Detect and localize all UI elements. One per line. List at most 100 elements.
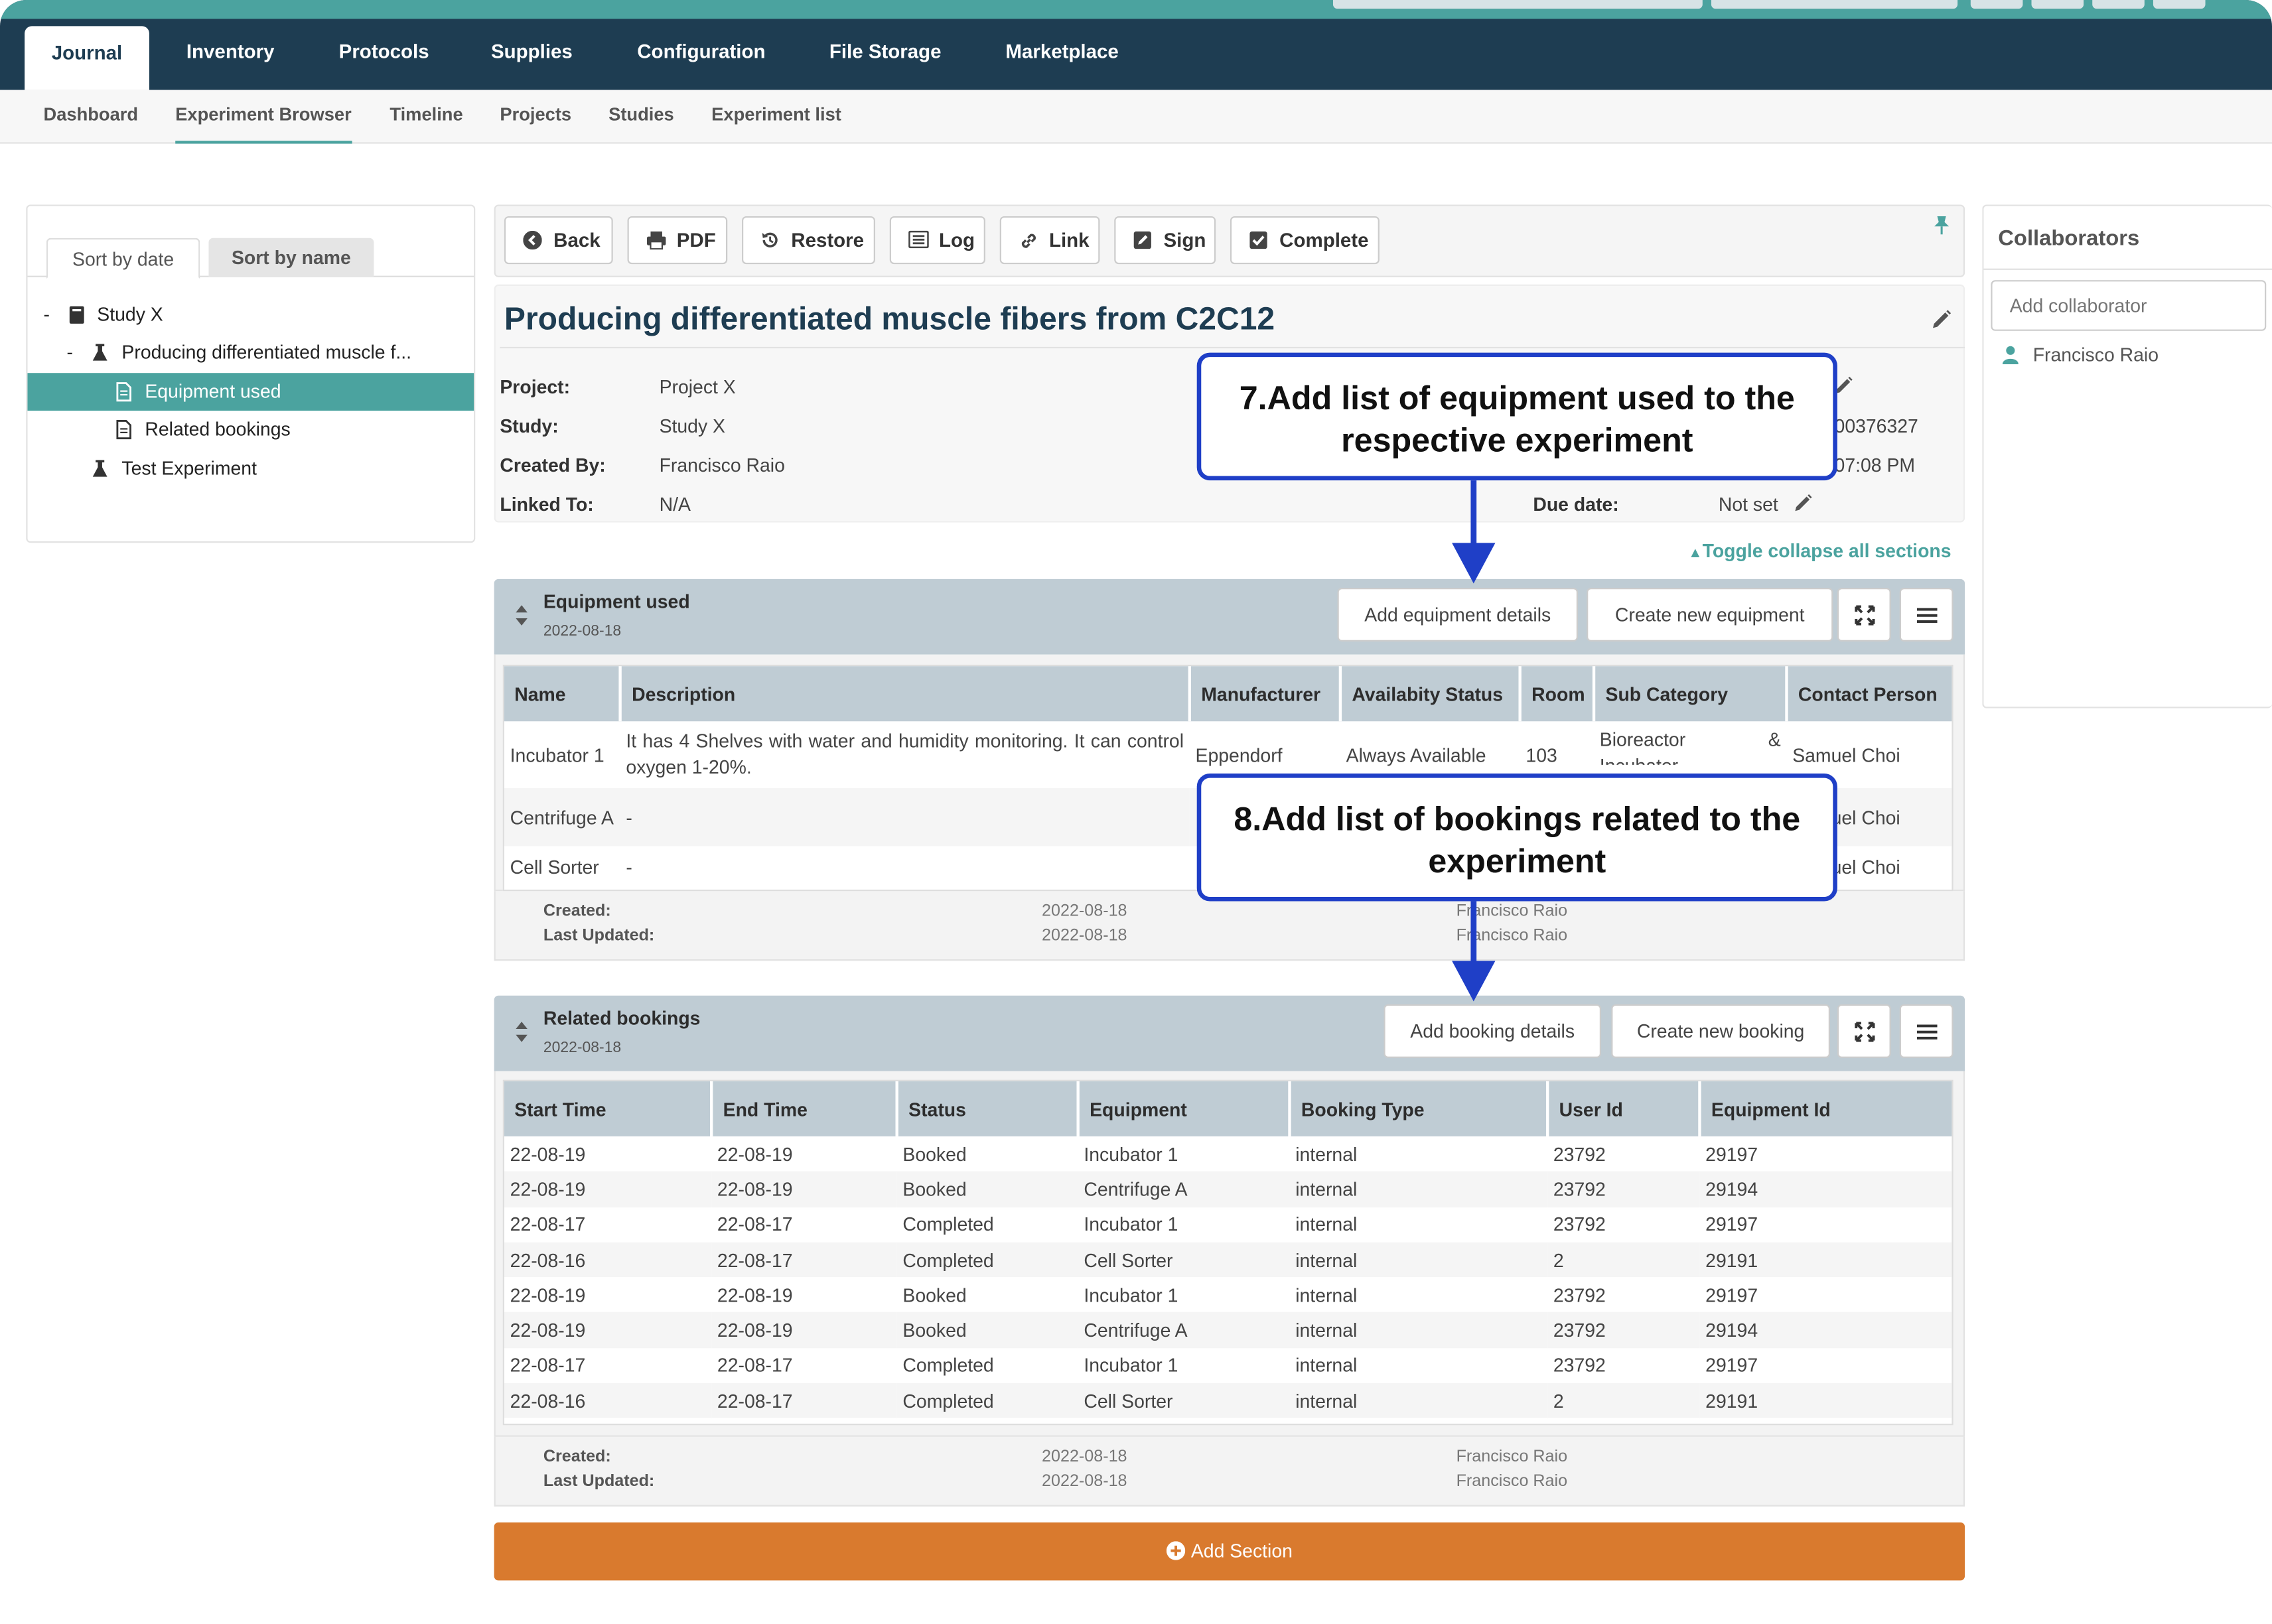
top-icon-button[interactable] xyxy=(2092,0,2145,9)
table-cell: 2 xyxy=(1553,1390,1564,1412)
tree-item-test-experiment[interactable]: Test Experiment xyxy=(27,450,474,488)
create-new-equipment-button[interactable]: Create new equipment xyxy=(1587,588,1833,642)
column-header[interactable]: Status xyxy=(896,1081,1080,1136)
table-row[interactable]: 22-08-16 22-08-17 Completed Cell Sorter inte… xyxy=(504,1383,1952,1419)
tree-item-equipment-used[interactable]: Equipment used xyxy=(27,373,474,411)
column-header[interactable]: Booking Type xyxy=(1289,1081,1549,1136)
subnav-tab-experiment-list[interactable]: Experiment list xyxy=(711,90,841,144)
study-value[interactable]: Study X xyxy=(660,415,725,437)
table-cell: - xyxy=(626,806,632,829)
column-header[interactable]: Name xyxy=(504,666,622,722)
callout-text-line: 8.Add list of bookings related to the xyxy=(1234,799,1801,838)
top-icon-button[interactable] xyxy=(2031,0,2084,9)
section-menu-button[interactable] xyxy=(1899,588,1953,642)
table-row[interactable]: 22-08-19 22-08-19 Booked Incubator 1 interna… xyxy=(504,1278,1952,1313)
pdf-button[interactable]: PDF xyxy=(627,216,728,265)
nav-tab-journal[interactable]: Journal xyxy=(25,26,149,90)
column-header[interactable]: Start Time xyxy=(504,1081,713,1136)
sign-button[interactable]: Sign xyxy=(1114,216,1216,265)
table-row[interactable]: 22-08-17 22-08-17 Completed Incubator 1 inte… xyxy=(504,1207,1952,1242)
top-icon-button[interactable] xyxy=(2153,0,2206,9)
log-button[interactable]: Log xyxy=(889,216,985,265)
create-new-booking-button[interactable]: Create new booking xyxy=(1611,1004,1830,1058)
tree-item-producing-experiment[interactable]: - Producing differentiated muscle f... xyxy=(27,334,474,372)
pin-icon[interactable] xyxy=(1933,215,1950,236)
callout-text-line: experiment xyxy=(1428,841,1606,880)
nav-tab-supplies[interactable]: Supplies xyxy=(472,26,591,90)
toggle-collapse-all-link[interactable]: ▲︎Toggle collapse all sections xyxy=(1688,540,1952,562)
nav-tab-configuration[interactable]: Configuration xyxy=(620,26,783,90)
bookings-table: Start Time End Time Status Equipment Boo… xyxy=(504,1081,1952,1419)
edit-pencil-icon[interactable] xyxy=(1932,309,1952,330)
subnav-tab-experiment-browser[interactable]: Experiment Browser xyxy=(175,90,352,144)
restore-button[interactable]: Restore xyxy=(742,216,875,265)
top-icon-button[interactable] xyxy=(1970,0,2023,9)
link-icon xyxy=(1021,234,1036,248)
table-cell: 22-08-19 xyxy=(510,1143,586,1165)
add-section-button[interactable]: Add Section xyxy=(494,1522,1965,1581)
table-row[interactable]: 22-08-19 22-08-19 Booked Centrifuge A intern… xyxy=(504,1172,1952,1207)
table-row[interactable]: 22-08-16 22-08-17 Completed Cell Sorter inte… xyxy=(504,1242,1952,1278)
updated-by: Francisco Raio xyxy=(1456,1473,1568,1491)
add-booking-details-button[interactable]: Add booking details xyxy=(1384,1004,1601,1058)
nav-tab-protocols[interactable]: Protocols xyxy=(322,26,447,90)
collaborator-name[interactable]: Francisco Raio xyxy=(2033,344,2159,366)
expand-button[interactable] xyxy=(1837,1004,1891,1058)
column-header[interactable]: Equipment xyxy=(1078,1081,1291,1136)
top-search-field-2[interactable] xyxy=(1711,0,1958,9)
subnav-tab-studies[interactable]: Studies xyxy=(608,90,674,144)
created-by-value: Francisco Raio xyxy=(659,454,785,476)
column-header[interactable]: Manufacturer xyxy=(1189,666,1342,722)
section-menu-button[interactable] xyxy=(1899,1004,1953,1058)
table-row[interactable]: 22-08-17 22-08-17 Completed Incubator 1 inte… xyxy=(504,1348,1952,1383)
subnav-tab-dashboard[interactable]: Dashboard xyxy=(44,90,139,144)
nav-tab-marketplace[interactable]: Marketplace xyxy=(985,26,1139,90)
table-row[interactable]: 22-08-19 22-08-19 Booked Centrifuge A intern… xyxy=(504,1312,1952,1348)
table-cell: 29197 xyxy=(1705,1355,1758,1377)
callout-step-8: 8.Add list of bookings related to the ex… xyxy=(1196,774,1837,902)
top-search-field[interactable] xyxy=(1332,0,1703,9)
sort-handle-icon[interactable] xyxy=(514,1020,529,1044)
column-header[interactable]: Contact Person xyxy=(1786,666,1952,722)
column-header[interactable]: Sub Category xyxy=(1594,666,1788,722)
sort-by-date-tab[interactable]: Sort by date xyxy=(46,237,200,279)
column-header[interactable]: Availabity Status xyxy=(1340,666,1522,722)
table-row[interactable]: 22-08-19 22-08-19 Booked Incubator 1 interna… xyxy=(504,1136,1952,1172)
nav-tab-inventory[interactable]: Inventory xyxy=(168,26,293,90)
table-cell: Completed xyxy=(902,1249,994,1271)
collaborators-panel: Collaborators Francisco Raio xyxy=(1982,204,2272,709)
updated-label: Last Updated: xyxy=(543,1473,655,1491)
expand-button[interactable] xyxy=(1837,588,1891,642)
column-header[interactable]: Room xyxy=(1520,666,1596,722)
complete-button[interactable]: Complete xyxy=(1230,216,1380,265)
due-date-value: Not set xyxy=(1718,493,1778,515)
edit-pencil-icon[interactable] xyxy=(1794,494,1812,512)
column-header[interactable]: Equipment Id xyxy=(1699,1081,1952,1136)
column-header[interactable]: End Time xyxy=(711,1081,898,1136)
add-collaborator-input[interactable] xyxy=(1991,280,2267,331)
table-cell: 22-08-17 xyxy=(717,1355,793,1377)
updated-date: 2022-08-18 xyxy=(1042,927,1127,945)
created-time-value: 07:08 PM xyxy=(1834,454,1916,476)
tree-item-related-bookings[interactable]: Related bookings xyxy=(27,411,474,448)
table-cell: internal xyxy=(1295,1178,1358,1201)
column-header[interactable]: User Id xyxy=(1547,1081,1701,1136)
sort-handle-icon[interactable] xyxy=(514,604,529,627)
table-cell: Cell Sorter xyxy=(510,855,599,878)
add-equipment-details-button[interactable]: Add equipment details xyxy=(1337,588,1579,642)
callout-arrow-line xyxy=(1470,480,1477,549)
nav-tab-file-storage[interactable]: File Storage xyxy=(812,26,959,90)
column-header[interactable]: Description xyxy=(620,666,1191,722)
sort-by-name-tab[interactable]: Sort by name xyxy=(208,237,374,277)
tree-item-study-x[interactable]: - Study X xyxy=(27,296,474,334)
table-cell: Booked xyxy=(902,1284,967,1306)
project-value[interactable]: Project X xyxy=(660,376,736,398)
subnav-tab-timeline[interactable]: Timeline xyxy=(390,90,462,144)
created-date: 2022-08-18 xyxy=(1042,902,1127,920)
subnav-tab-projects[interactable]: Projects xyxy=(500,90,571,144)
back-button[interactable]: Back xyxy=(504,216,613,265)
tree-collapse-toggle[interactable]: - xyxy=(66,334,72,372)
callout-text-line: respective experiment xyxy=(1341,421,1693,459)
tree-collapse-toggle[interactable]: - xyxy=(44,296,50,334)
link-button[interactable]: Link xyxy=(999,216,1100,265)
